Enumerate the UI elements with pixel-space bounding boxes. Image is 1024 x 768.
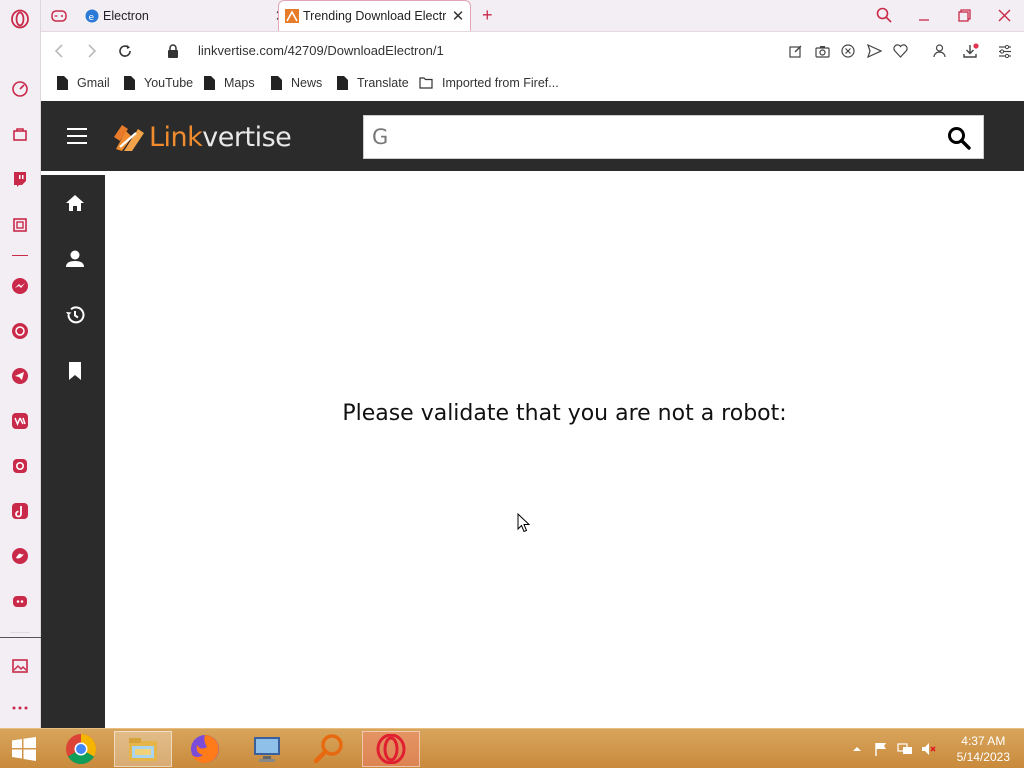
tab-close-icon[interactable]: ✕ [450, 7, 466, 25]
bookmark-label: Maps [224, 76, 255, 90]
bookmark-youtube[interactable]: YouTube [124, 76, 193, 90]
gallery-icon[interactable] [8, 654, 32, 678]
twitter-icon[interactable] [8, 544, 32, 568]
tab-electron[interactable]: e Electron ✕ [85, 0, 287, 31]
history-icon[interactable] [64, 304, 86, 326]
network-icon[interactable] [897, 741, 913, 757]
logo-text-vertise: vertise [202, 121, 292, 153]
whatsapp-icon[interactable] [8, 319, 32, 343]
sidebar-divider [10, 632, 30, 633]
search-tabs-icon[interactable] [872, 4, 896, 26]
back-icon[interactable] [48, 40, 70, 62]
minimize-button[interactable] [912, 4, 936, 26]
address-bar-row: linkvertise.com/42709/DownloadElectron/1 [41, 31, 1024, 69]
menu-icon[interactable] [67, 128, 87, 144]
bookmark-label: Gmail [77, 76, 110, 90]
search-magnifier-icon[interactable] [300, 731, 358, 767]
gamepad-icon[interactable] [51, 0, 71, 31]
action-center-flag-icon[interactable] [873, 741, 889, 757]
windows-start-icon[interactable] [0, 731, 48, 767]
bookmark-label: Translate [357, 76, 409, 90]
site-header: Link vertise [41, 101, 1024, 171]
file-icon [204, 76, 215, 90]
sidebar-divider [12, 255, 28, 256]
telegram-icon[interactable] [8, 364, 32, 388]
clock[interactable]: 4:37 AM 5/14/2023 [957, 733, 1010, 765]
camera-icon[interactable] [813, 42, 831, 60]
bookmark-label: Imported from Firef... [442, 76, 559, 90]
tray-expand-icon[interactable] [849, 741, 865, 757]
bookmark-icon[interactable] [64, 360, 86, 382]
new-tab-button[interactable]: + [482, 0, 498, 31]
logo-mark-icon [114, 125, 144, 151]
bookmark-label: YouTube [144, 76, 194, 90]
instagram-icon[interactable] [8, 454, 32, 478]
tab-label: Trending Download Electr [303, 9, 446, 23]
captcha-message: Please validate that you are not a robot… [342, 401, 787, 426]
user-icon[interactable] [64, 248, 86, 270]
site-side-nav [41, 175, 105, 728]
logo-text-link: Link [149, 121, 203, 153]
forward-icon[interactable] [81, 40, 103, 62]
file-icon [271, 76, 282, 90]
computer-icon[interactable] [238, 731, 296, 767]
opera-taskbar-icon[interactable] [362, 731, 420, 767]
restore-button[interactable] [952, 4, 976, 26]
more-icon[interactable] [8, 696, 32, 720]
bookmark-label: News [291, 76, 323, 90]
file-icon [337, 76, 348, 90]
svg-text:e: e [89, 13, 95, 23]
vk-icon[interactable] [8, 409, 32, 433]
edit-icon[interactable] [787, 42, 805, 60]
shopping-bag-icon[interactable] [8, 122, 32, 146]
bookmark-translate[interactable]: Translate [337, 76, 409, 90]
close-window-button[interactable] [992, 4, 1016, 26]
volume-muted-icon[interactable] [921, 741, 937, 757]
clock-date: 5/14/2023 [956, 750, 1010, 764]
mouse-cursor-icon [517, 513, 530, 533]
downloads-icon[interactable] [962, 42, 980, 60]
tab-label: Electron [103, 8, 149, 23]
heart-icon[interactable] [891, 42, 909, 60]
discord-icon[interactable] [8, 589, 32, 613]
windows-taskbar: 4:37 AM 5/14/2023 [0, 728, 1024, 768]
block-ads-icon[interactable] [839, 42, 857, 60]
twitch-icon[interactable] [8, 167, 32, 191]
clock-time: 4:37 AM [961, 734, 1006, 748]
main-content: Please validate that you are not a robot… [105, 175, 1024, 728]
bookmark-gmail[interactable]: Gmail [57, 76, 110, 90]
opera-logo-icon[interactable] [8, 7, 32, 31]
electron-favicon: e [85, 9, 99, 23]
bookmark-news[interactable]: News [271, 76, 322, 90]
easy-setup-icon[interactable] [996, 42, 1014, 60]
search-icon[interactable] [947, 126, 971, 150]
reload-icon[interactable] [114, 40, 136, 62]
firefox-icon[interactable] [176, 731, 234, 767]
site-search-input[interactable] [372, 116, 932, 158]
linkvertise-logo[interactable]: Link vertise [112, 121, 292, 153]
chrome-icon[interactable] [52, 731, 110, 767]
send-icon[interactable] [865, 42, 883, 60]
bookmarks-bar: Gmail YouTube Maps News Translate Import… [41, 69, 1024, 101]
file-icon [124, 76, 135, 90]
bookmark-maps[interactable]: Maps [204, 76, 255, 90]
profile-icon[interactable] [930, 42, 948, 60]
home-icon[interactable] [64, 192, 86, 214]
lock-icon[interactable] [162, 40, 184, 62]
folder-icon [419, 77, 433, 89]
tiktok-icon[interactable] [8, 499, 32, 523]
site-search-box [363, 115, 984, 159]
bookmark-folder-imported[interactable]: Imported from Firef... [419, 76, 559, 90]
crypto-wallet-icon[interactable] [8, 213, 32, 237]
speed-dial-icon[interactable] [8, 77, 32, 101]
sidebar-divider [0, 637, 41, 638]
file-icon [57, 76, 68, 90]
opera-sidebar [0, 0, 41, 728]
tab-trending-download[interactable]: Trending Download Electr ✕ [278, 0, 471, 31]
linkvertise-favicon [285, 9, 299, 23]
tab-strip: e Electron ✕ Trending Download Electr ✕ … [41, 0, 1024, 31]
messenger-icon[interactable] [8, 274, 32, 298]
url-field[interactable]: linkvertise.com/42709/DownloadElectron/1 [198, 43, 444, 58]
file-explorer-icon[interactable] [114, 731, 172, 767]
